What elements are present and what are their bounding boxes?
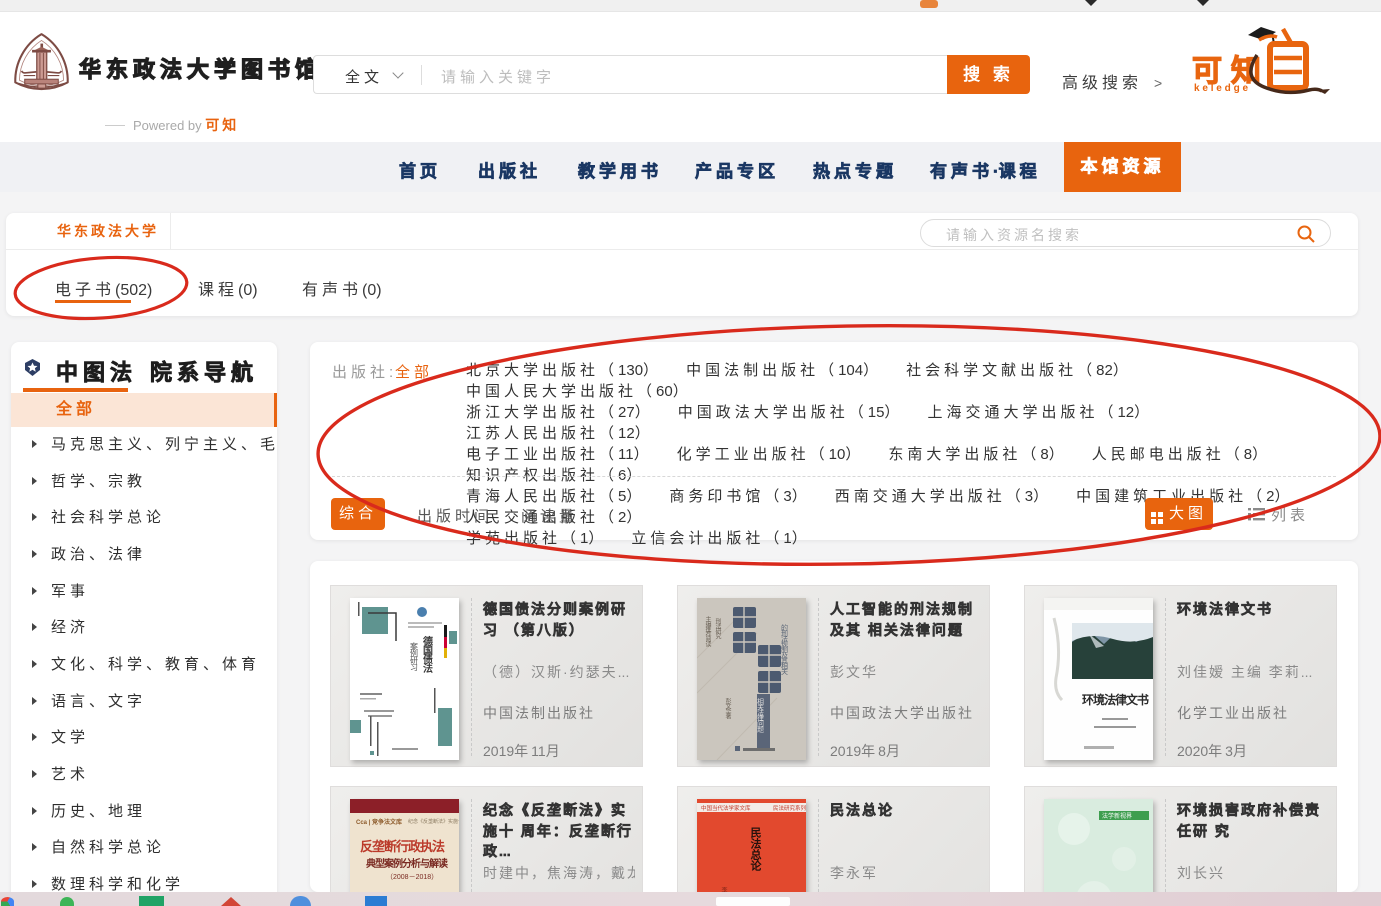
svg-text:彭文华著: 彭文华著 [724,697,731,720]
svg-text:（2008－2018）: （2008－2018） [386,873,438,881]
svg-text:Cca | 竞争法文库: Cca | 竞争法文库 [356,818,402,826]
svg-text:民法研究系列: 民法研究系列 [773,804,806,812]
svg-text:环境法律文书: 环境法律文书 [1082,692,1149,707]
svg-text:刑法研究: 刑法研究 [714,617,721,640]
svg-text:纪念《反垄断法》实施十周年: 纪念《反垄断法》实施十周年 [408,818,459,825]
svg-text:反垄断行政执法: 反垄断行政执法 [360,839,445,854]
svg-text:的刑法规制及其相关: 的刑法规制及其相关 [781,623,789,676]
svg-text:主编推荐阅读: 主编推荐阅读 [704,615,711,648]
svg-text:民法总论: 民法总论 [749,827,762,872]
svg-text:中国当代法学家文库: 中国当代法学家文库 [701,804,751,812]
svg-text:典型案例分析与解读: 典型案例分析与解读 [366,857,448,870]
svg-text:keledge: keledge [1194,83,1251,94]
svg-text:德国债法: 德国债法 [421,635,434,674]
svg-text:法学新视界: 法学新视界 [1102,812,1132,820]
svg-text:相关法律问题: 相关法律问题 [757,697,765,734]
svg-text:案例研习: 案例研习 [410,641,419,672]
